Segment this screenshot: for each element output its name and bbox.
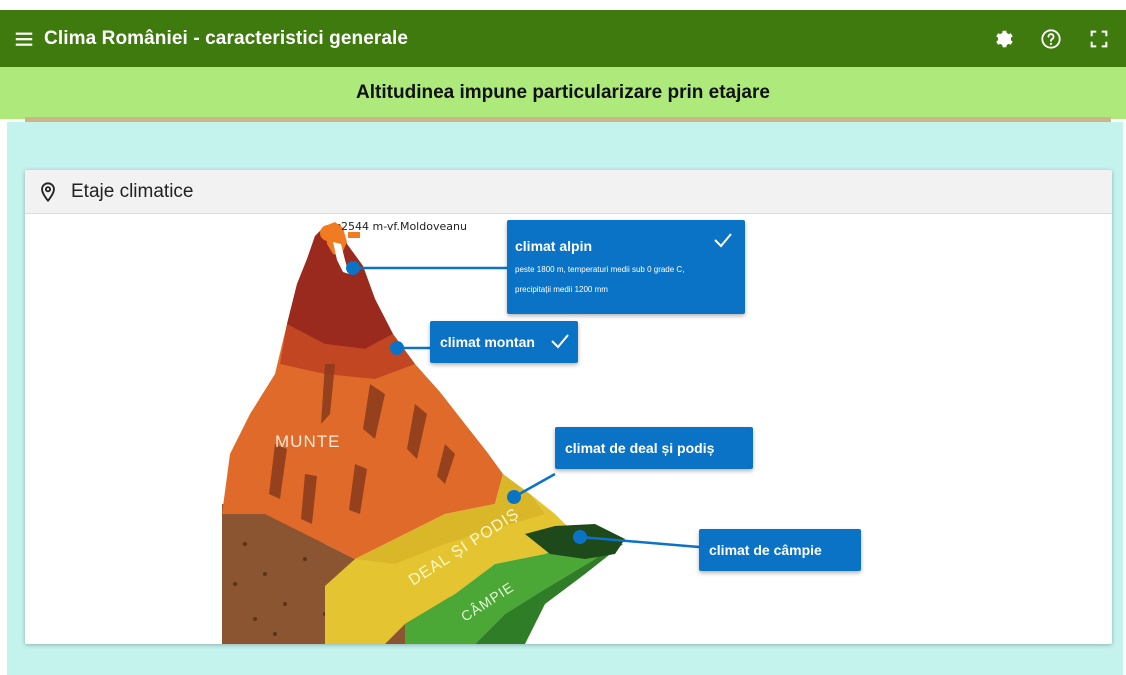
hotspot-alpine-desc-2: precipitații medii 1200 mm bbox=[515, 285, 608, 294]
hill-hotspot-dot bbox=[507, 490, 521, 504]
hotspot-montane-climate[interactable]: climat montan bbox=[430, 321, 578, 363]
hotspot-alpine-title: climat alpin bbox=[515, 238, 593, 254]
label-munte: MUNTE bbox=[275, 432, 340, 451]
hotspot-hill-title: climat de deal și podiș bbox=[565, 440, 715, 456]
plain-hotspot-dot bbox=[573, 530, 587, 544]
fullscreen-icon[interactable] bbox=[1086, 26, 1112, 52]
app-toolbar: Clima României - caracteristici generale bbox=[0, 10, 1126, 67]
map-pin-icon bbox=[37, 181, 59, 203]
hotspot-alpine-desc-1: peste 1800 m, temperaturi medii sub 0 gr… bbox=[515, 265, 685, 274]
montane-hotspot-dot bbox=[390, 341, 404, 355]
hamburger-menu-icon[interactable] bbox=[4, 10, 44, 67]
toolbar-actions bbox=[990, 26, 1112, 52]
climate-illustration: MUNTE DEAL ȘI PODIȘ CÂMPIE 2544 m-vf.Mol… bbox=[25, 214, 1112, 644]
gear-icon[interactable] bbox=[990, 26, 1016, 52]
hotspot-hill-climate[interactable]: climat de deal și podiș bbox=[555, 427, 753, 469]
panel-title: Etaje climatice bbox=[71, 180, 194, 202]
summit-marker bbox=[320, 225, 336, 241]
check-icon bbox=[714, 233, 732, 248]
section-subtitle: Altitudinea impune particularizare prin … bbox=[0, 67, 1126, 119]
hotspot-alpine-climate[interactable]: climat alpin peste 1800 m, temperaturi m… bbox=[507, 220, 745, 314]
hotspot-plain-climate[interactable]: climat de câmpie bbox=[699, 529, 861, 571]
peak-altitude-label: 2544 m-vf.Moldoveanu bbox=[341, 220, 467, 233]
help-circle-icon[interactable] bbox=[1038, 26, 1064, 52]
panel-header: Etaje climatice bbox=[25, 170, 1112, 214]
alpine-hotspot-dot bbox=[346, 261, 360, 275]
app-title: Clima României - caracteristici generale bbox=[44, 27, 409, 49]
check-icon bbox=[551, 334, 569, 349]
hotspot-plain-title: climat de câmpie bbox=[709, 542, 822, 558]
hill-connector-line bbox=[513, 472, 556, 499]
hotspot-montane-title: climat montan bbox=[440, 334, 535, 350]
climate-zones-panel: Etaje climatice MUNTE DEAL ȘI PODIȘ CÂMP… bbox=[25, 170, 1112, 644]
